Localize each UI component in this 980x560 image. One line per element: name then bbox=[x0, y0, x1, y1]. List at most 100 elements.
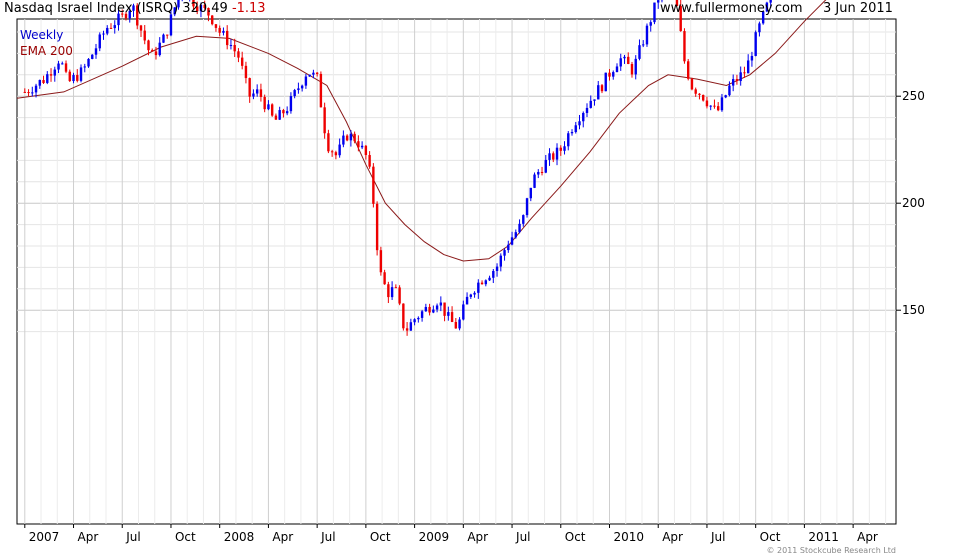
candle-up-body bbox=[563, 146, 566, 151]
candle-up-body bbox=[484, 280, 488, 285]
candle-down-body bbox=[244, 65, 248, 79]
candle-down-body bbox=[450, 312, 454, 322]
candle-down-body bbox=[237, 51, 240, 58]
candle-down-body bbox=[166, 34, 169, 36]
candle-up-body bbox=[297, 88, 300, 91]
candle-down-body bbox=[368, 155, 371, 167]
candle-down-body bbox=[454, 321, 458, 329]
x-tick: 2010 bbox=[608, 524, 644, 544]
candle-up-body bbox=[754, 32, 757, 56]
candle-up-body bbox=[574, 125, 577, 133]
candle-down-body bbox=[398, 287, 401, 304]
x-tick: Oct bbox=[560, 524, 586, 544]
candle-down-body bbox=[540, 171, 544, 173]
candle-down-body bbox=[109, 27, 113, 29]
copyright-notice: © 2011 Stockcube Research Ltd bbox=[766, 546, 896, 555]
candle-up-body bbox=[102, 33, 105, 35]
site-url[interactable]: www.fullermoney.com bbox=[660, 1, 803, 16]
x-tick-label: 2009 bbox=[419, 530, 450, 544]
candle-up-body bbox=[91, 54, 94, 59]
candle-up-body bbox=[503, 250, 506, 256]
candle-up-body bbox=[222, 30, 225, 33]
candle-up-body bbox=[567, 133, 570, 147]
candle-down-body bbox=[23, 91, 26, 93]
candle-up-body bbox=[390, 287, 394, 298]
candle-up-body bbox=[533, 174, 536, 188]
candle-up-body bbox=[477, 282, 480, 293]
candle-up-body bbox=[653, 2, 656, 23]
candle-up-body bbox=[435, 305, 439, 310]
candle-up-body bbox=[255, 89, 259, 94]
candle-up-body bbox=[739, 72, 742, 82]
x-tick: Apr bbox=[462, 524, 488, 544]
candle-up-body bbox=[87, 58, 90, 67]
candle-down-body bbox=[383, 272, 386, 285]
candle-down-body bbox=[364, 145, 368, 156]
candle-down-body bbox=[42, 80, 45, 83]
candle-down-body bbox=[147, 40, 150, 51]
candle-up-body bbox=[555, 147, 559, 160]
candle-down-body bbox=[211, 15, 214, 25]
candle-up-body bbox=[495, 266, 499, 271]
index-name: Nasdaq Israel Index (ISRQ) bbox=[4, 1, 179, 16]
candle-down-body bbox=[627, 56, 630, 65]
candle-up-body bbox=[570, 132, 574, 134]
legend-ema: EMA 200 bbox=[20, 44, 73, 58]
x-tick: Apr bbox=[267, 524, 293, 544]
candle-up-body bbox=[432, 309, 435, 313]
candle-down-body bbox=[282, 110, 285, 114]
x-tick: Apr bbox=[73, 524, 98, 544]
candle-down-body bbox=[218, 27, 221, 33]
candle-up-body bbox=[720, 97, 724, 111]
candle-up-body bbox=[578, 121, 581, 126]
x-tick-label: 2008 bbox=[224, 530, 255, 544]
candle-up-body bbox=[34, 85, 38, 93]
candle-up-body bbox=[544, 159, 547, 173]
candle-up-body bbox=[597, 85, 600, 100]
candle-up-body bbox=[604, 72, 607, 92]
candle-down-body bbox=[274, 115, 278, 120]
candle-up-body bbox=[252, 93, 255, 97]
candle-down-body bbox=[143, 30, 146, 41]
candle-up-body bbox=[312, 72, 315, 75]
x-tick-label: Oct bbox=[370, 530, 391, 544]
candle-up-body bbox=[758, 23, 761, 33]
candle-down-body bbox=[334, 152, 338, 156]
y-tick: 150 bbox=[896, 303, 925, 317]
candle-up-body bbox=[465, 296, 469, 305]
x-tick: Apr bbox=[657, 524, 683, 544]
x-tick-label: Apr bbox=[272, 530, 293, 544]
candle-down-body bbox=[372, 166, 375, 204]
candle-up-body bbox=[83, 66, 86, 68]
candle-down-body bbox=[694, 89, 697, 94]
chart-title: Nasdaq Israel Index (ISRQ) 320.49 -1.13 bbox=[4, 1, 266, 16]
candle-up-body bbox=[338, 144, 341, 156]
x-tick: Jul bbox=[511, 524, 531, 544]
candle-down-body bbox=[687, 61, 690, 79]
x-tick-label: Jul bbox=[515, 530, 530, 544]
candle-up-body bbox=[462, 304, 465, 320]
candle-up-body bbox=[94, 48, 98, 55]
candle-down-body bbox=[330, 151, 334, 153]
candle-down-body bbox=[375, 203, 379, 251]
price-chart: 150200250300350 2007AprJulOct2008AprJulO… bbox=[16, 0, 925, 544]
legend-weekly: Weekly bbox=[20, 28, 64, 42]
candle-up-body bbox=[417, 317, 420, 320]
candle-up-body bbox=[469, 294, 473, 297]
candle-down-body bbox=[379, 250, 383, 273]
x-tick-label: 2007 bbox=[29, 530, 60, 544]
candle-down-body bbox=[319, 73, 323, 108]
x-tick-label: Apr bbox=[857, 530, 878, 544]
candle-up-body bbox=[162, 34, 165, 43]
candle-down-body bbox=[701, 94, 705, 101]
candle-up-body bbox=[645, 25, 649, 45]
candle-up-body bbox=[349, 133, 353, 141]
candle-down-body bbox=[600, 85, 604, 92]
candle-up-body bbox=[278, 110, 281, 120]
candle-down-body bbox=[68, 71, 71, 82]
candle-up-body bbox=[98, 34, 101, 49]
candle-down-body bbox=[151, 50, 154, 52]
candle-up-body bbox=[593, 99, 596, 101]
x-tick: Oct bbox=[365, 524, 391, 544]
candle-down-body bbox=[248, 78, 251, 97]
